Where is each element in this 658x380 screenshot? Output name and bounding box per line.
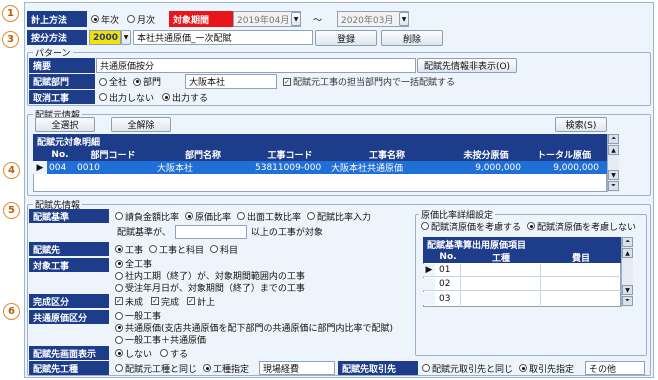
scroll-up-icon[interactable]: ▲	[622, 248, 633, 258]
radio-display-no[interactable]: しない	[115, 347, 152, 360]
basis-threshold-input[interactable]	[174, 224, 247, 239]
scroll-bottom-icon[interactable]: ⏷	[622, 296, 633, 306]
table-row[interactable]: 02	[423, 278, 621, 291]
table-row[interactable]: ▶ 004 0010 大阪本社 53811009-000 大阪本社共通原価 9,…	[33, 161, 607, 174]
checkbox-unfinished[interactable]: ✓ 未成	[115, 295, 143, 308]
source-grid-header: No. 部門コード 部門名称 工事コード 工事名称 未按分原価 トータル原価	[33, 148, 607, 161]
label-allocation-method: 按分方法	[27, 30, 87, 45]
job-type-input[interactable]: 現場経費	[259, 361, 335, 375]
source-grid-title: 配賦元対象明細	[33, 134, 607, 148]
radio-display-yes[interactable]: する	[160, 347, 188, 360]
radio-general-plus-common[interactable]: 一般工事＋共通原価	[115, 334, 393, 346]
row-pointer-icon: ▶	[33, 161, 47, 174]
label-target-jobs: 対象工事	[29, 258, 109, 272]
label-basis: 配賦基準	[29, 209, 109, 223]
radio-all-jobs[interactable]: 全工事	[115, 258, 305, 270]
radio-output[interactable]: 出力する	[162, 91, 208, 104]
label-dest-client: 配賦先取引先	[338, 361, 418, 375]
radio-cost-ratio[interactable]: 原価比率	[185, 210, 231, 223]
radio-no-output[interactable]: 出力しない	[99, 91, 154, 104]
radio-target-account[interactable]: 科目	[210, 243, 238, 256]
label-common-cost: 共通原価区分	[29, 310, 109, 324]
toggle-dest-info-button[interactable]: 配賦先情報非表示(O)	[417, 58, 517, 73]
allocation-name-field[interactable]: 本社共通原価_一次配賦	[133, 30, 313, 45]
marker-5: 5	[3, 202, 20, 219]
radio-ignore-allocated[interactable]: 配賦済原価を考慮しない	[527, 220, 636, 233]
radio-manhour-ratio[interactable]: 出面工数比率	[237, 210, 301, 223]
radio-same-job-type[interactable]: 配賦元工種と同じ	[115, 362, 197, 375]
register-button[interactable]: 登録	[315, 30, 377, 46]
label-summary: 摘要	[29, 58, 95, 73]
checkbox-completed[interactable]: ✓ 完成	[151, 295, 179, 308]
label-cancel-job: 取消工事	[29, 90, 95, 104]
label-accounting-method: 計上方法	[27, 11, 87, 27]
checkbox-posted[interactable]: ✓ 計上	[187, 295, 215, 308]
client-input[interactable]: その他	[585, 361, 645, 375]
row-pointer-icon: ▶	[423, 264, 435, 276]
scroll-down-icon[interactable]: ▼	[608, 170, 619, 180]
tilde: ～	[313, 15, 323, 26]
label-dest-display: 配賦先画面表示	[29, 346, 109, 360]
radio-contract-ratio[interactable]: 請負金額比率	[115, 210, 179, 223]
basis-note-suffix: 以上の工事が対象	[250, 228, 323, 238]
radio-year[interactable]: 年次	[91, 13, 119, 26]
radio-specify-client[interactable]: 取引先指定	[519, 362, 574, 375]
marker-1: 1	[2, 5, 19, 22]
label-dest-job-type: 配賦先工種	[29, 361, 109, 375]
scroll-top-icon[interactable]: ⏶	[608, 134, 619, 144]
marker-6: 6	[3, 303, 20, 320]
period-label: 対象期間	[169, 11, 233, 27]
basis-grid-scrollbar[interactable]: ⏶ ▲ ▼ ⏷	[621, 237, 633, 307]
radio-same-client[interactable]: 配賦元取引先と同じ	[422, 362, 513, 375]
radio-jobs-by-order-date[interactable]: 受注年月日が、対象期間（終了）までの工事	[115, 282, 305, 294]
label-dept: 配賦部門	[29, 74, 95, 89]
basis-cost-grid-title: 配賦基準算出用原価項目	[423, 237, 621, 251]
source-grid-scrollbar[interactable]: ⏶ ▲ ▼ ⏷	[607, 134, 619, 192]
radio-month[interactable]: 月次	[127, 13, 155, 26]
basis-note-prefix: 配賦基準が、	[117, 228, 171, 238]
table-row[interactable]: ▶ 01	[423, 264, 621, 277]
checkbox-bulk-allocate[interactable]: ✓ 配賦元工事の担当部門内で一括配賦する	[283, 74, 455, 89]
radio-consider-allocated[interactable]: 配賦済原価を考慮する	[421, 220, 521, 233]
scroll-top-icon[interactable]: ⏶	[622, 237, 633, 247]
allocation-code-input[interactable]: 2000	[89, 30, 121, 45]
clear-all-button[interactable]: 全解除	[111, 117, 171, 132]
radio-target-job-account[interactable]: 工事と科目	[149, 243, 204, 256]
radio-specify-job-type[interactable]: 工種指定	[203, 362, 249, 375]
label-target: 配賦先	[29, 242, 109, 256]
marker-4: 4	[3, 162, 20, 179]
radio-jobs-in-period[interactable]: 社内工期（終了）が、対象期間範囲内の工事	[115, 270, 305, 282]
scroll-up-icon[interactable]: ▲	[608, 145, 619, 155]
allocation-form: 計上方法 年次 月次 対象期間 2019年04月 ▼ ～ 2020年03月 ▼ …	[24, 2, 654, 378]
department-input[interactable]: 大阪本社	[185, 74, 277, 89]
search-button[interactable]: 検索(S)	[555, 117, 607, 132]
period-from-dropdown-icon[interactable]: ▼	[291, 12, 301, 26]
period-to-dropdown-icon[interactable]: ▼	[399, 12, 409, 26]
scroll-down-icon[interactable]: ▼	[622, 285, 633, 295]
radio-common-cost[interactable]: 共通原価(支店共通原価を配下部門の共通原価に部門内比率で配賦)	[115, 322, 393, 334]
select-all-button[interactable]: 全選択	[35, 117, 95, 132]
scroll-bottom-icon[interactable]: ⏷	[608, 181, 619, 191]
allocation-dropdown-icon[interactable]: ▼	[121, 30, 131, 45]
table-row[interactable]: 03	[423, 292, 621, 305]
label-completion: 完成区分	[29, 294, 109, 308]
radio-manual-ratio[interactable]: 配賦比率入力	[307, 210, 371, 223]
basis-cost-grid-header: No. 工種 費目	[423, 251, 621, 264]
summary-input[interactable]: 共通原価按分	[96, 58, 416, 73]
marker-3: 3	[2, 31, 19, 48]
radio-department[interactable]: 部門	[133, 75, 161, 88]
radio-general-job[interactable]: 一般工事	[115, 310, 393, 322]
radio-company-wide[interactable]: 全社	[99, 75, 127, 88]
radio-target-job[interactable]: 工事	[115, 243, 143, 256]
delete-button[interactable]: 削除	[381, 30, 443, 46]
